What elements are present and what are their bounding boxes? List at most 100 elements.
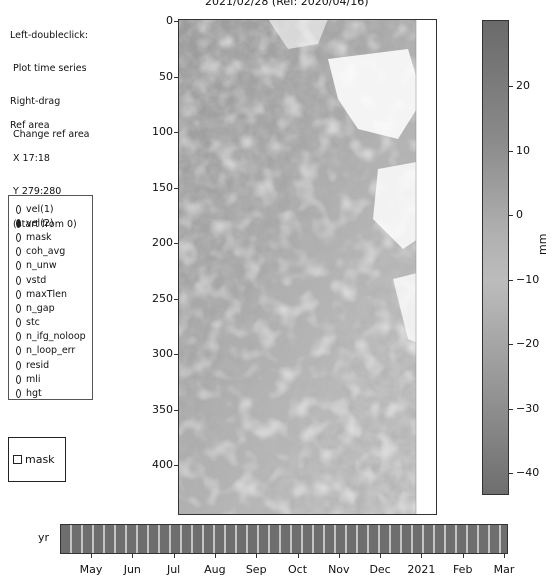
radio-button-icon[interactable] <box>16 247 21 257</box>
month-tick-label: Oct <box>287 563 308 576</box>
time-slider-label: yr <box>38 531 50 544</box>
image-y-tick-label: 250 <box>152 291 173 305</box>
map-title: 2021/02/28 (Ref: 2020/04/16) <box>205 0 369 8</box>
month-tick-label: Mar <box>493 563 515 576</box>
image-y-tick-label: 300 <box>152 347 173 360</box>
image-y-tick-label: 0 <box>166 14 173 27</box>
month-tick-mark <box>421 554 423 558</box>
time-slider-axis <box>60 554 508 558</box>
radio-option[interactable]: coh_avg <box>16 245 92 259</box>
radio-option[interactable]: vstd <box>16 273 92 287</box>
mask-checkbox-panel: mask <box>8 437 66 482</box>
velocity-map-canvas[interactable] <box>178 18 438 516</box>
month-tick-mark <box>256 554 258 558</box>
month-tick-label: Nov <box>328 563 350 576</box>
checkbox-icon[interactable] <box>13 455 22 464</box>
month-tick-mark <box>214 554 216 558</box>
month-tick-label: Dec <box>369 563 391 576</box>
radio-option-label: hgt <box>26 388 42 400</box>
colorbar-tick-label: 0 <box>516 208 523 221</box>
radio-option-label: n_ifg_noloop <box>26 331 86 343</box>
month-tick-mark <box>504 554 505 558</box>
month-tick-mark <box>132 554 134 558</box>
radio-button-icon[interactable] <box>16 232 21 242</box>
radio-option-label: vel(2) <box>26 217 54 229</box>
velocity-map-image[interactable] <box>178 18 438 516</box>
ref-area-x: X 17:18 <box>10 153 50 164</box>
layer-radio-panel: vel(1) vel(2) mask coh_avg n_unwvstd maxTlen n… <box>8 195 93 400</box>
mask-checkbox[interactable]: mask <box>13 453 55 466</box>
month-tick-mark <box>338 554 340 558</box>
colorbar-tick-mark <box>509 473 513 474</box>
radio-option-label: n_gap <box>26 302 55 314</box>
colorbar-tick-label: 20 <box>516 79 530 92</box>
radio-button-icon[interactable] <box>16 261 21 271</box>
colorbar-tick-mark <box>509 86 513 87</box>
month-tick-label: May <box>79 563 103 576</box>
month-tick-label: Sep <box>245 563 267 576</box>
radio-option-label: mli <box>26 373 41 385</box>
radio-button-icon[interactable] <box>16 332 21 342</box>
radio-option-label: n_loop_err <box>26 345 76 357</box>
colorbar-tick-label: 10 <box>516 143 530 157</box>
radio-option[interactable]: vel(2) <box>16 216 92 230</box>
radio-list: vel(1) vel(2) mask coh_avg n_unwvstd maxTlen n… <box>16 202 92 401</box>
colorbar-unit-label: mm <box>536 233 549 255</box>
radio-option[interactable]: vel(1) <box>16 202 92 216</box>
colorbar-tick-mark <box>509 215 513 216</box>
image-y-tick-label: 100 <box>152 125 173 138</box>
radio-option-label: n_unw <box>26 260 57 272</box>
radio-button-icon[interactable] <box>16 389 21 399</box>
instruction-line: Left-doubleclick: <box>10 30 89 41</box>
radio-button-icon[interactable] <box>16 218 21 228</box>
time-slider[interactable] <box>60 524 508 554</box>
radio-option[interactable]: n_loop_err <box>16 344 92 358</box>
radio-option[interactable]: stc <box>16 316 92 330</box>
radio-button-icon[interactable] <box>16 360 21 370</box>
radio-button-icon[interactable] <box>16 346 21 356</box>
month-tick-mark <box>462 554 464 558</box>
radio-button-icon[interactable] <box>16 318 21 328</box>
month-tick-label: Aug <box>204 563 226 576</box>
radio-option-label: vstd <box>26 274 47 286</box>
colorbar-tick-label: −40 <box>516 466 540 479</box>
radio-option-label: stc <box>26 317 40 329</box>
radio-option-label: maxTlen <box>26 288 68 300</box>
month-tick-mark <box>297 554 299 558</box>
radio-button-icon[interactable] <box>16 204 21 214</box>
image-y-tick-label: 200 <box>152 236 173 249</box>
colorbar-tick-label: −20 <box>516 337 540 350</box>
radio-button-icon[interactable] <box>16 374 21 384</box>
radio-option[interactable]: n_gap <box>16 301 92 315</box>
radio-option[interactable]: maxTlen <box>16 287 92 301</box>
colorbar-tick-label: −10 <box>516 272 540 286</box>
radio-option[interactable]: n_ifg_noloop <box>16 330 92 344</box>
colorbar-tick-mark <box>509 150 513 152</box>
colorbar-tick-mark <box>509 344 513 345</box>
colorbar <box>482 20 509 495</box>
radio-option[interactable]: resid <box>16 358 92 372</box>
month-tick-label: 2021 <box>407 563 436 576</box>
radio-button-icon[interactable] <box>16 289 21 299</box>
radio-option-label: mask <box>26 231 52 243</box>
radio-option[interactable]: mask <box>16 230 92 244</box>
month-tick-mark <box>380 554 382 558</box>
radio-option[interactable]: mli <box>16 372 92 386</box>
colorbar-tick-mark <box>509 408 513 410</box>
radio-button-icon[interactable] <box>16 303 21 313</box>
ref-area-title: Ref area <box>10 120 50 131</box>
month-tick-mark <box>91 554 92 558</box>
image-y-tick-label: 400 <box>152 458 173 471</box>
radio-option-label: resid <box>26 359 50 371</box>
radio-button-icon[interactable] <box>16 275 21 285</box>
colorbar-tick-label: −30 <box>516 401 540 415</box>
radio-option[interactable]: n_unw <box>16 259 92 273</box>
radio-option[interactable]: hgt <box>16 386 92 400</box>
month-tick-label: Jul <box>166 563 181 576</box>
month-tick-mark <box>173 554 175 558</box>
mask-checkbox-label: mask <box>25 453 55 466</box>
radio-option-label: vel(1) <box>26 203 54 215</box>
month-tick-label: Jun <box>123 563 141 576</box>
image-y-tick-label: 50 <box>159 69 173 83</box>
colorbar-tick-mark <box>509 279 513 281</box>
